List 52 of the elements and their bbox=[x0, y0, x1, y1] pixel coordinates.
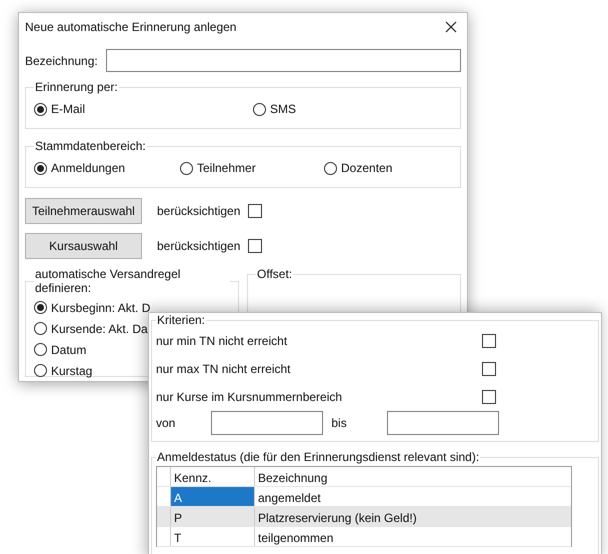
radio-button[interactable] bbox=[34, 343, 47, 356]
range-field[interactable] bbox=[211, 411, 324, 435]
radio-label[interactable]: Teilnehmer bbox=[197, 159, 256, 177]
group-label: Kriterien: bbox=[156, 313, 206, 327]
range-label: von bbox=[156, 415, 176, 432]
radio-button[interactable] bbox=[180, 162, 193, 174]
checkbox-label: berücksichtigen bbox=[157, 203, 240, 220]
group-label: automatische Versandregel definieren: bbox=[34, 267, 182, 295]
field-label: Bezeichnung: bbox=[25, 52, 98, 70]
group-label: Stammdatenbereich: bbox=[34, 139, 147, 153]
radio-button[interactable] bbox=[34, 322, 47, 335]
table-cell[interactable]: teilgenommen bbox=[255, 527, 571, 546]
checkbox[interactable] bbox=[248, 239, 262, 253]
group-label: Erinnerung per: bbox=[34, 80, 119, 94]
radio-label[interactable]: Kursbeginn: Akt. D bbox=[51, 298, 150, 316]
radio-label[interactable]: Kursende: Akt. Da bbox=[51, 320, 148, 338]
radio-button[interactable] bbox=[34, 301, 47, 314]
select-button[interactable]: Teilnehmerauswahl bbox=[25, 198, 142, 224]
column-header: Kennz. bbox=[171, 467, 255, 486]
close-icon[interactable] bbox=[445, 21, 457, 33]
group-label: Offset: bbox=[256, 267, 294, 281]
window-title: Neue automatische Erinnerung anlegen bbox=[25, 19, 236, 36]
radio-button[interactable] bbox=[253, 102, 266, 116]
table-cell[interactable]: angemeldet bbox=[255, 487, 571, 506]
criterion-label: nur max TN nicht erreicht bbox=[156, 361, 290, 378]
checkbox[interactable] bbox=[482, 362, 496, 376]
checkbox[interactable] bbox=[482, 334, 496, 348]
table-cell[interactable]: Platzreservierung (kein Geld!) bbox=[255, 507, 571, 526]
radio-button[interactable] bbox=[34, 102, 47, 116]
range-label: bis bbox=[331, 415, 347, 432]
checkbox[interactable] bbox=[248, 204, 262, 218]
checkbox-label: berücksichtigen bbox=[157, 238, 240, 255]
criterion-label: nur min TN nicht erreicht bbox=[156, 333, 288, 350]
radio-button[interactable] bbox=[324, 162, 337, 174]
radio-button[interactable] bbox=[34, 364, 47, 377]
radio-button[interactable] bbox=[34, 162, 47, 174]
radio-label[interactable]: SMS bbox=[270, 100, 296, 118]
select-button[interactable]: Kursauswahl bbox=[25, 233, 142, 259]
range-field[interactable] bbox=[386, 411, 499, 435]
table-cell[interactable]: T bbox=[171, 527, 255, 546]
column-header: Bezeichnung bbox=[257, 470, 328, 486]
table-cell[interactable]: P bbox=[171, 507, 255, 526]
radio-label[interactable]: Datum bbox=[51, 340, 86, 358]
group-label: Anmeldestatus (die für den Erinnerungsdienst relevant sind): bbox=[156, 450, 480, 464]
radio-label[interactable]: E-Mail bbox=[51, 100, 86, 118]
radio-label[interactable]: Kurstag bbox=[51, 362, 92, 380]
text-field[interactable] bbox=[106, 49, 461, 72]
radio-label[interactable]: Dozenten bbox=[341, 159, 392, 177]
table-cell[interactable]: A bbox=[171, 487, 255, 506]
checkbox[interactable] bbox=[482, 390, 496, 404]
radio-label[interactable]: Anmeldungen bbox=[51, 159, 126, 177]
criterion-label: nur Kurse im Kursnummernbereich bbox=[156, 389, 342, 406]
